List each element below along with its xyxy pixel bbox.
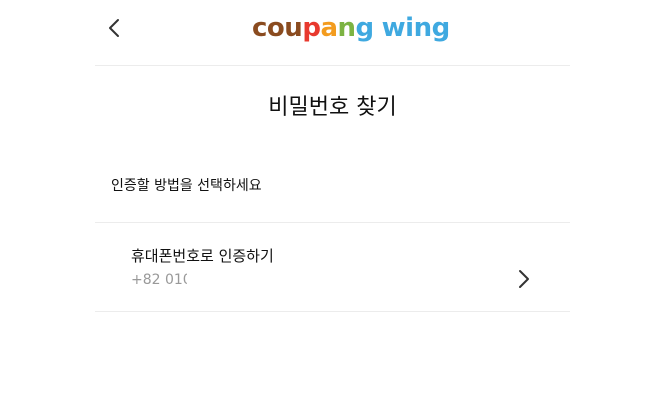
verify-by-phone-option[interactable]: 휴대폰번호로 인증하기 +82 010: [95, 223, 570, 312]
coupang-wing-logo: coupang wing: [252, 10, 450, 46]
logo-letter: g: [355, 13, 375, 43]
logo-letter: g: [431, 13, 451, 43]
logo-letter: n: [337, 13, 356, 43]
logo-letter: a: [320, 13, 338, 43]
find-password-page: coupang wing 비밀번호 찾기 인증할 방법을 선택하세요 휴대폰번호…: [0, 0, 670, 400]
chevron-right-icon: [515, 267, 533, 291]
logo-letter: i: [405, 13, 414, 43]
masked-phone-number: +82 010: [131, 272, 187, 288]
logo-letter: o: [266, 13, 285, 43]
option-label: 휴대폰번호로 인증하기: [131, 247, 274, 265]
page-title: 비밀번호 찾기: [268, 95, 397, 120]
logo-letter: [374, 10, 382, 46]
chevron-left-icon: [109, 19, 119, 37]
back-button[interactable]: [103, 16, 127, 40]
instruction-text: 인증할 방법을 선택하세요: [111, 178, 262, 194]
header: coupang wing: [95, 0, 570, 66]
logo-letter: n: [413, 13, 433, 43]
logo-letter: w: [381, 13, 406, 43]
logo-letter: u: [284, 13, 303, 43]
logo-letter: c: [252, 13, 267, 43]
logo-letter: p: [302, 13, 321, 43]
